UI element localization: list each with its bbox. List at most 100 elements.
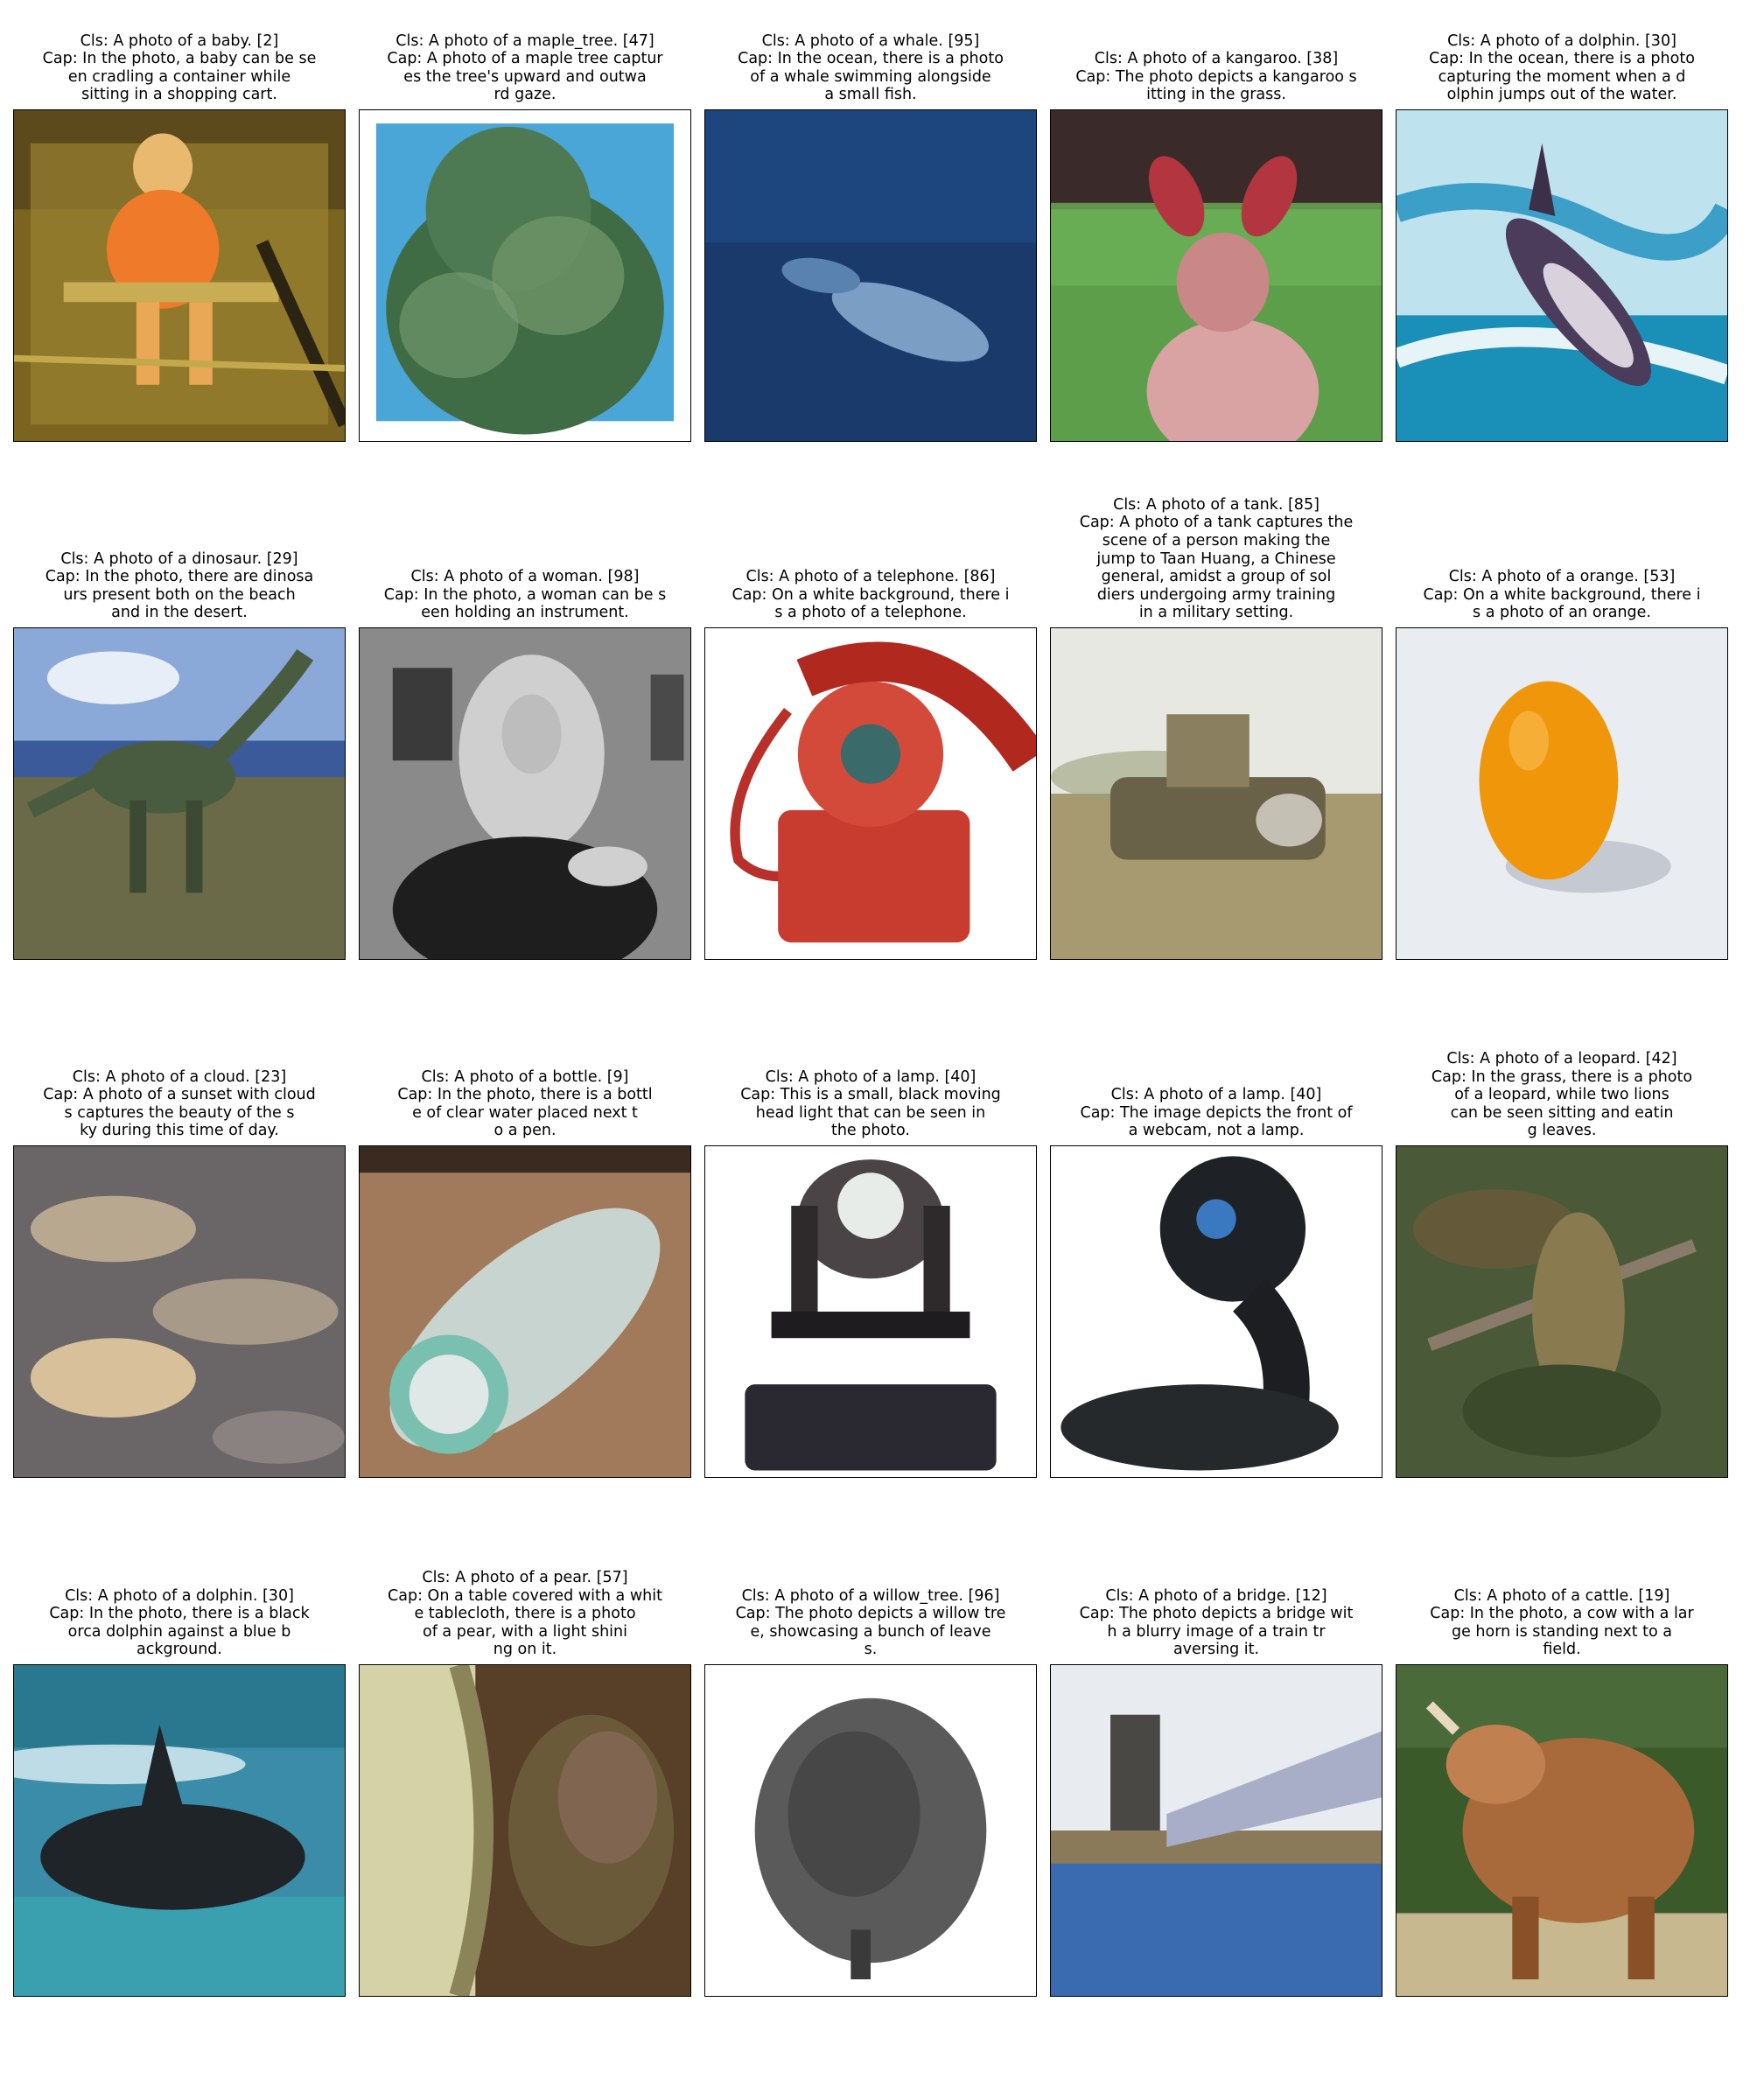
panel-caption: Cls: A photo of a orange. [53] Cap: On a … [1396, 568, 1728, 622]
caption-text-line: general, amidst a group of sol [1101, 568, 1332, 586]
caption-text-line: es the tree's upward and outwa [403, 67, 647, 86]
thumbnail-pear [359, 1664, 691, 1997]
caption-text-line: Cap: A photo of a maple tree captur [387, 50, 663, 68]
photo-maple-tree [360, 110, 690, 441]
panel-caption: Cls: A photo of a tank. [85] Cap: A photo… [1050, 496, 1382, 622]
caption-text-line: o a pen. [494, 1122, 556, 1140]
caption-text-line: en cradling a container while [67, 67, 291, 86]
class-label: Cls: A photo of a dolphin. [30] [65, 1586, 294, 1605]
panel-caption: Cls: A photo of a leopard. [42] Cap: In t… [1396, 1050, 1728, 1140]
panel-caption: Cls: A photo of a cattle. [19] Cap: In th… [1396, 1587, 1728, 1659]
caption-text-line: and in the desert. [111, 604, 248, 622]
photo-bridge [1051, 1665, 1382, 1996]
panel-woman: Cls: A photo of a woman. [98] Cap: In the… [359, 435, 691, 960]
caption-text-line: of a leopard, while two lions [1454, 1086, 1670, 1104]
class-label: Cls: A photo of a cattle. [19] [1453, 1586, 1670, 1605]
caption-text-line: ackground. [136, 1641, 222, 1659]
photo-webcam [1051, 1146, 1382, 1477]
caption-text-line: Cap: In the ocean, there is a photo [738, 50, 1004, 68]
caption-text-line: Cap: This is a small, black moving [740, 1086, 1001, 1104]
photo-willow-tree [705, 1665, 1036, 1996]
panel-caption: Cls: A photo of a bridge. [12] Cap: The p… [1050, 1587, 1382, 1659]
caption-text-line: rd gaze. [494, 86, 556, 104]
photo-tank [1051, 628, 1382, 959]
caption-text-line: Cap: The photo depicts a kangaroo s [1075, 67, 1357, 86]
thumbnail-cattle [1396, 1664, 1728, 1997]
thumbnail-tank [1050, 627, 1382, 960]
class-label: Cls: A photo of a dinosaur. [29] [60, 550, 298, 568]
caption-text-line: capturing the moment when a d [1438, 67, 1686, 86]
caption-text-line: s a photo of an orange. [1473, 604, 1651, 622]
class-label: Cls: A photo of a pear. [57] [422, 1569, 628, 1587]
caption-text-line: Cap: On a white background, there i [732, 585, 1010, 604]
class-label: Cls: A photo of a tank. [85] [1113, 495, 1320, 514]
class-label: Cls: A photo of a whale. [95] [761, 32, 980, 50]
photo-orange [1396, 628, 1727, 959]
caption-text-line: Cap: A photo of a sunset with cloud [43, 1086, 316, 1104]
photo-leopard [1396, 1146, 1727, 1477]
photo-telephone [705, 628, 1036, 959]
caption-text-line: Cap: In the photo, there is a black [49, 1605, 310, 1623]
thumbnail-willow-tree [704, 1664, 1037, 1997]
caption-text-line: Cap: The image depicts the front of [1080, 1103, 1353, 1122]
caption-text-line: of a whale swimming alongside [750, 67, 991, 86]
caption-text-line: s captures the beauty of the s [64, 1103, 295, 1122]
panel-orca: Cls: A photo of a dolphin. [30] Cap: In t… [13, 1472, 346, 1997]
class-label: Cls: A photo of a kangaroo. [38] [1094, 50, 1339, 68]
panel-caption: Cls: A photo of a willow_tree. [96] Cap: … [704, 1587, 1037, 1659]
caption-text-line: Cap: A photo of a tank captures the [1079, 514, 1354, 532]
caption-text-line: e of clear water placed next t [412, 1103, 638, 1122]
photo-lamp [705, 1146, 1036, 1477]
class-label: Cls: A photo of a bridge. [12] [1105, 1586, 1327, 1605]
class-label: Cls: A photo of a maple_tree. [47] [396, 32, 654, 50]
panel-caption: Cls: A photo of a dinosaur. [29] Cap: In … [13, 550, 346, 622]
thumbnail-lamp [704, 1145, 1037, 1478]
caption-text-line: Cap: In the photo, a woman can be s [383, 585, 667, 604]
thumbnail-whale [704, 109, 1037, 442]
photo-kangaroo [1051, 110, 1382, 441]
caption-text-line: Cap: In the photo, a baby can be se [42, 50, 317, 68]
thumbnail-dolphin-jump [1396, 109, 1728, 442]
panel-baby: Cls: A photo of a baby. [2] Cap: In the p… [13, 0, 346, 442]
caption-text-line: s a photo of a telephone. [774, 604, 967, 622]
caption-text-line: Cap: In the photo, a cow with a lar [1430, 1605, 1694, 1623]
thumbnail-bridge [1050, 1664, 1382, 1997]
photo-dolphin-jump [1396, 110, 1727, 441]
panel-dinosaur: Cls: A photo of a dinosaur. [29] Cap: In … [13, 435, 346, 960]
panel-caption: Cls: A photo of a baby. [2] Cap: In the p… [13, 32, 346, 104]
panel-dolphin-jump: Cls: A photo of a dolphin. [30] Cap: In t… [1396, 0, 1728, 442]
caption-text-line: urs present both on the beach [63, 585, 296, 604]
panel-lamp: Cls: A photo of a lamp. [40] Cap: This is… [704, 953, 1037, 1478]
photo-bottle [360, 1146, 690, 1477]
panel-kangaroo: Cls: A photo of a kangaroo. [38] Cap: The… [1050, 0, 1382, 442]
caption-text-line: can be seen sitting and eatin [1450, 1103, 1674, 1122]
panel-caption: Cls: A photo of a lamp. [40] Cap: The ima… [1050, 1086, 1382, 1140]
caption-text-line: h a blurry image of a train tr [1107, 1622, 1326, 1641]
panel-cloud: Cls: A photo of a cloud. [23] Cap: A phot… [13, 953, 346, 1478]
caption-text-line: orca dolphin against a blue b [67, 1622, 291, 1641]
caption-text-line: Cap: In the grass, there is a photo [1431, 1068, 1693, 1086]
caption-text-line: aversing it. [1172, 1641, 1260, 1659]
caption-text-line: g leaves. [1527, 1122, 1597, 1140]
caption-text-line: head light that can be seen in [755, 1103, 986, 1122]
caption-text-line: itting in the grass. [1146, 86, 1286, 104]
thumbnail-bottle [359, 1145, 691, 1478]
class-label: Cls: A photo of a baby. [2] [80, 32, 279, 50]
caption-text-line: diers undergoing army training [1096, 585, 1336, 604]
panel-caption: Cls: A photo of a pear. [57] Cap: On a ta… [359, 1569, 691, 1659]
panel-leopard: Cls: A photo of a leopard. [42] Cap: In t… [1396, 953, 1728, 1478]
class-label: Cls: A photo of a bottle. [9] [421, 1068, 629, 1086]
panel-bottle: Cls: A photo of a bottle. [9] Cap: In the… [359, 953, 691, 1478]
photo-cloud [14, 1146, 345, 1477]
caption-text-line: Cap: In the photo, there is a bottl [397, 1086, 653, 1104]
panel-caption: Cls: A photo of a cloud. [23] Cap: A phot… [13, 1068, 346, 1140]
caption-text-line: a webcam, not a lamp. [1128, 1122, 1305, 1140]
panel-tank: Cls: A photo of a tank. [85] Cap: A photo… [1050, 435, 1382, 960]
caption-text-line: s. [864, 1641, 878, 1659]
panel-caption: Cls: A photo of a whale. [95] Cap: In the… [704, 32, 1037, 104]
panel-willow-tree: Cls: A photo of a willow_tree. [96] Cap: … [704, 1472, 1037, 1997]
caption-text-line: sitting in a shopping cart. [81, 86, 277, 104]
caption-text-line: Cap: The photo depicts a bridge wit [1079, 1605, 1354, 1623]
thumbnail-orca [13, 1664, 346, 1997]
class-label: Cls: A photo of a leopard. [42] [1446, 1050, 1677, 1068]
